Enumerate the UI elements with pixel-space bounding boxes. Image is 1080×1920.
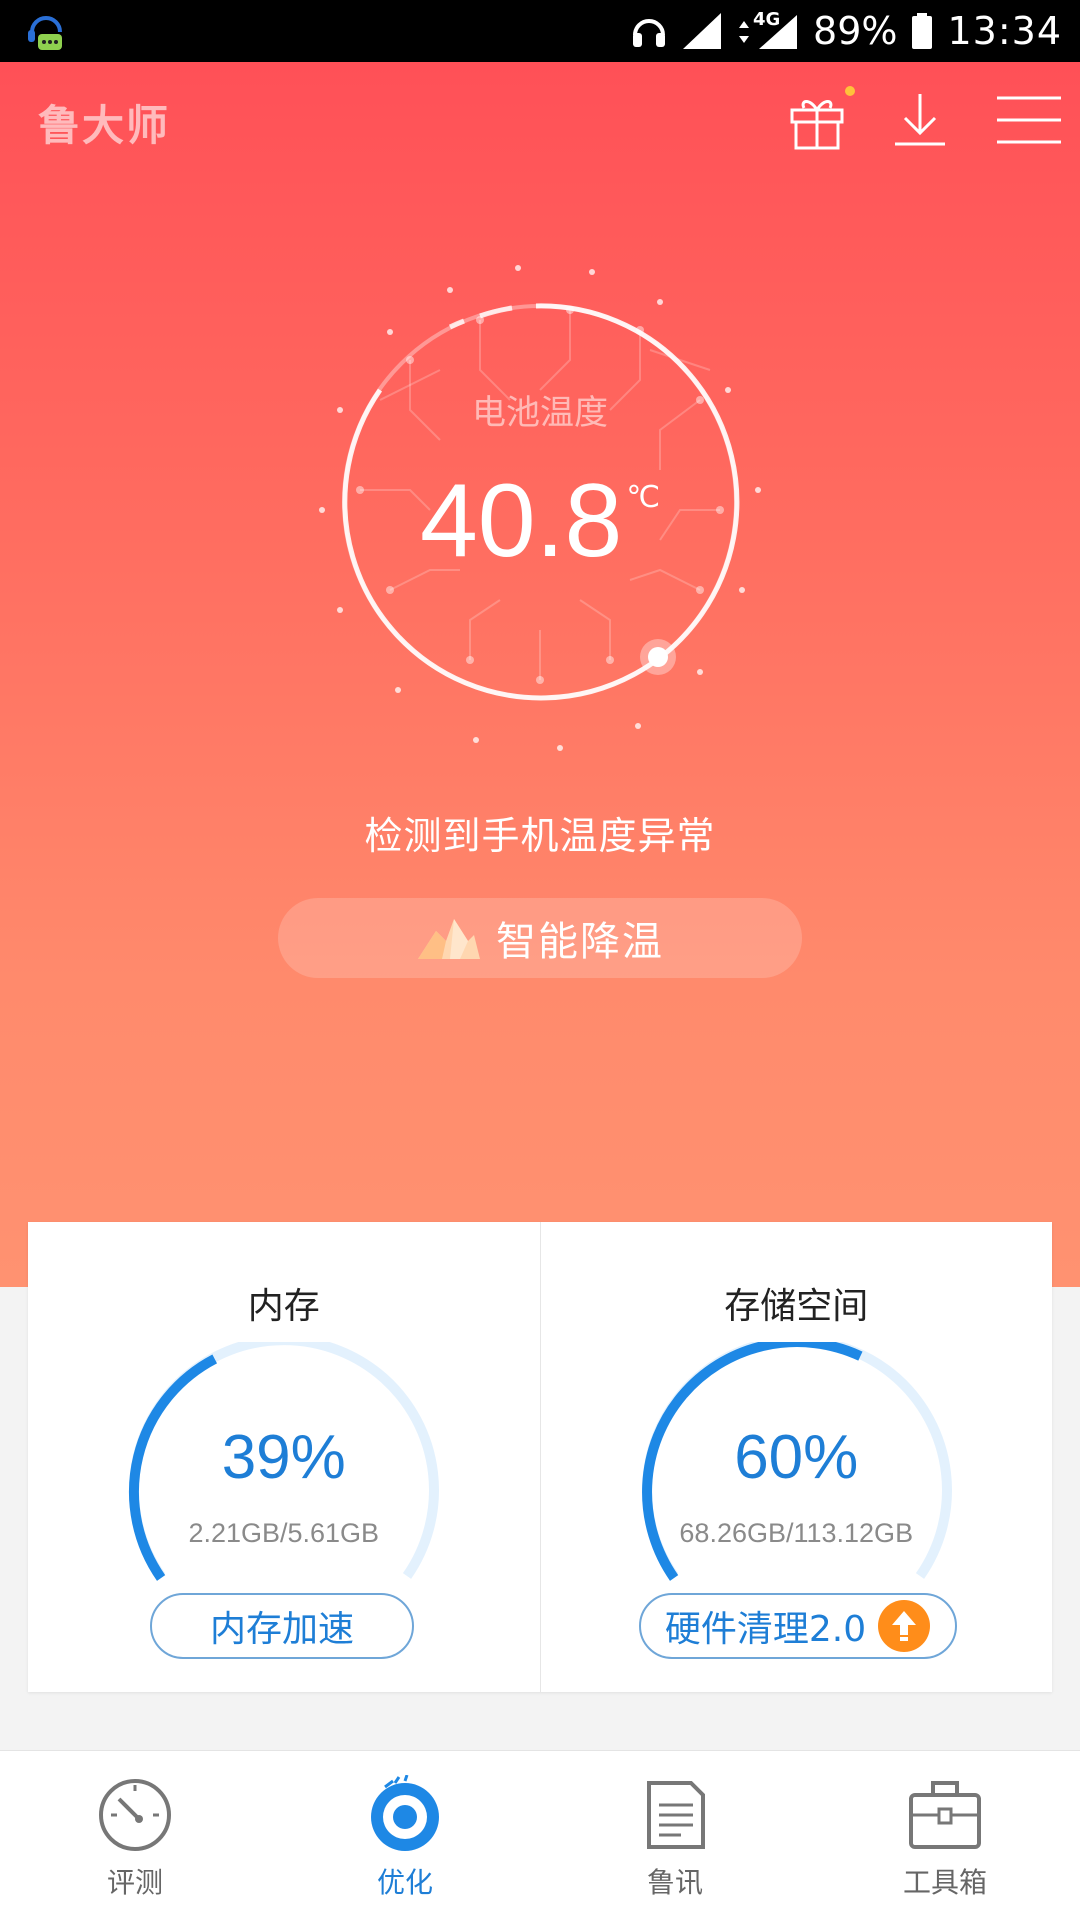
smart-cooling-label: 智能降温: [496, 919, 664, 965]
nav-label-optimize: 优化: [376, 1866, 433, 1899]
gauge-icon: [99, 1779, 171, 1851]
memory-boost-button[interactable]: 内存加速: [150, 1593, 414, 1659]
temperature-warning: 检测到手机温度异常: [364, 814, 716, 858]
storage-card: 存储空间 60% 68.26GB/113.12GB 硬件清理2.0: [539, 1222, 1053, 1692]
network-type: 4G: [753, 9, 781, 30]
storage-title: 存储空间: [724, 1286, 869, 1327]
upgrade-arrow-icon: [892, 1611, 917, 1641]
battery-icon: [912, 13, 933, 49]
status-indicators: 4G 89% 13:34: [631, 0, 1062, 62]
nav-label-toolbox: 工具箱: [902, 1866, 987, 1899]
hardware-clean-label: 硬件清理2.0: [664, 1609, 867, 1650]
gift-notification-dot: [845, 86, 855, 96]
iceberg-icon: [418, 919, 480, 959]
optimize-icon: [371, 1775, 439, 1851]
nav-item-news[interactable]: 鲁讯: [540, 1751, 810, 1920]
temperature-readout: 40.8 ℃: [0, 462, 1080, 581]
resource-cards: 内存 39% 2.21GB/5.61GB 内存加速 存储空间 60% 68.26…: [28, 1222, 1052, 1692]
notification-chat-icon: [28, 16, 62, 50]
nav-label-benchmark: 评测: [106, 1866, 163, 1899]
app-title: 鲁大师: [38, 101, 171, 150]
memory-detail: 2.21GB/5.61GB: [188, 1518, 380, 1548]
storage-detail: 68.26GB/113.12GB: [679, 1518, 914, 1548]
clock: 13:34: [947, 9, 1062, 53]
signal-icon: [683, 13, 722, 49]
hardware-clean-button[interactable]: 硬件清理2.0: [638, 1593, 957, 1659]
nav-item-optimize[interactable]: 优化: [270, 1751, 540, 1920]
gift-icon[interactable]: [782, 84, 852, 154]
gauge-knob: [648, 647, 668, 667]
battery-percent: 89%: [813, 9, 898, 53]
temperature-value: 40.8: [419, 463, 623, 579]
toolbox-icon: [909, 1781, 981, 1849]
temperature-unit: ℃: [626, 480, 661, 515]
nav-label-news: 鲁讯: [646, 1866, 703, 1899]
memory-title: 内存: [247, 1286, 320, 1327]
bottom-nav: 评测 优化 鲁讯 工具箱: [0, 1750, 1080, 1920]
download-icon[interactable]: [885, 84, 955, 154]
status-bar: 4G 89% 13:34: [0, 0, 1080, 62]
menu-icon[interactable]: [993, 84, 1065, 154]
data-arrows-icon: [739, 21, 750, 43]
memory-card: 内存 39% 2.21GB/5.61GB 内存加速: [28, 1222, 540, 1692]
mobile-data-indicator: 4G: [737, 9, 799, 51]
headset-icon: [633, 19, 666, 47]
storage-percent: 60%: [734, 1423, 859, 1492]
memory-percent: 39%: [221, 1423, 346, 1492]
nav-item-toolbox[interactable]: 工具箱: [810, 1751, 1080, 1920]
upgrade-badge: [878, 1600, 931, 1652]
gauge-label: 电池温度: [472, 393, 608, 433]
news-icon: [647, 1781, 705, 1849]
smart-cooling-button[interactable]: 智能降温: [278, 898, 802, 978]
nav-item-benchmark[interactable]: 评测: [0, 1751, 270, 1920]
memory-boost-label: 内存加速: [209, 1609, 354, 1650]
